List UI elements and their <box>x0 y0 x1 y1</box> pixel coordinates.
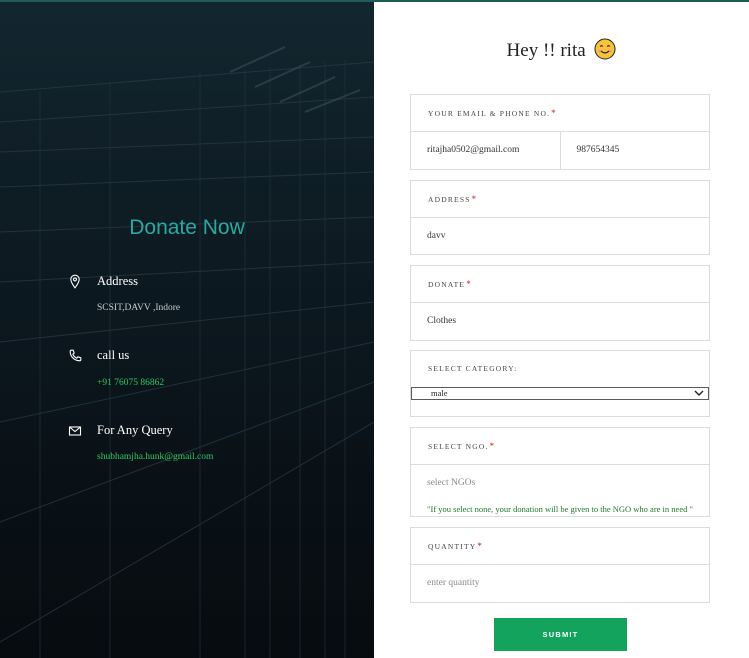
address-value: SCSIT,DAVV ,Indore <box>97 303 181 313</box>
email-phone-group: Your email & phone no.* ritajha0502@gmai… <box>410 94 710 170</box>
donate-field[interactable]: Clothes <box>411 303 709 340</box>
email-phone-label: Your email & phone no.* <box>411 95 709 132</box>
donate-group: Donate* Clothes <box>410 265 710 341</box>
query-heading: For Any Query <box>97 423 173 437</box>
donate-label: Donate* <box>411 266 709 303</box>
ngo-group: Select NGO.* select NGOs "If you select … <box>410 427 710 517</box>
phone-icon <box>69 349 82 362</box>
email-field[interactable]: ritajha0502@gmail.com <box>411 132 560 169</box>
ngo-note: "If you select none, your donation will … <box>427 504 693 514</box>
category-select[interactable]: male <box>411 387 709 400</box>
address-group: Address* davv <box>410 180 710 255</box>
category-group: Select category: male <box>410 350 710 417</box>
phone-number[interactable]: +91 76075 86862 <box>97 378 164 388</box>
ngo-label: Select NGO.* <box>411 428 709 465</box>
category-label: Select category: <box>428 364 518 373</box>
quantity-field[interactable]: enter quantity <box>411 565 709 602</box>
contact-info-panel: Donate Now Address SCSIT,DAVV ,Indore ca… <box>0 2 374 658</box>
chevron-down-icon <box>694 390 704 396</box>
mail-icon <box>68 426 82 436</box>
contact-email[interactable]: shubhamjha.hunk@gmail.com <box>97 452 213 462</box>
location-pin-icon <box>70 274 80 289</box>
greeting-text: Hey !! rita <box>506 40 586 61</box>
building-background-image <box>0 2 374 658</box>
donate-now-title: Donate Now <box>129 216 245 239</box>
greeting-heading: Hey !! rita <box>374 38 749 62</box>
address-heading: Address <box>97 274 138 288</box>
phone-field[interactable]: 987654345 <box>559 132 710 169</box>
quantity-group: quantity* enter quantity <box>410 527 710 603</box>
submit-button[interactable]: SUBMIT <box>494 618 627 651</box>
category-selected-value: male <box>431 388 448 398</box>
quantity-label: quantity* <box>411 528 709 565</box>
address-label: Address* <box>411 181 709 218</box>
ngo-field[interactable]: select NGOs <box>411 465 709 502</box>
call-heading: call us <box>97 348 130 362</box>
smiling-face-emoji-icon <box>594 38 616 60</box>
address-field[interactable]: davv <box>411 218 709 255</box>
